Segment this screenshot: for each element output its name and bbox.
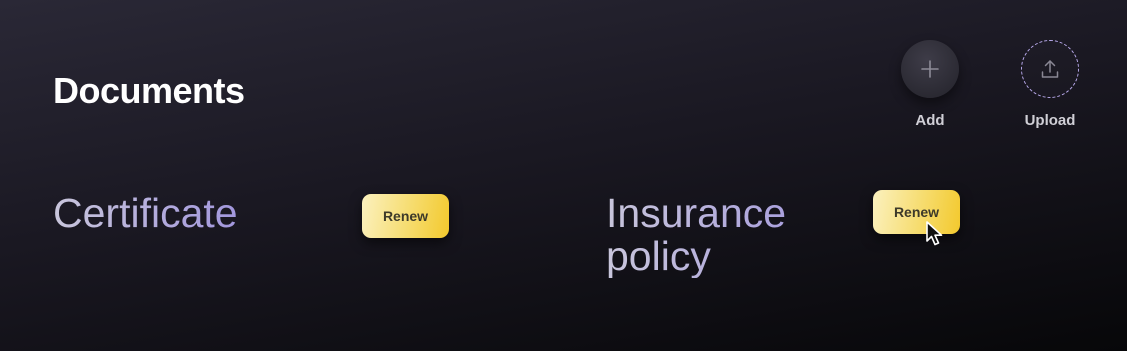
add-action[interactable]: Add (880, 40, 980, 129)
upload-action[interactable]: Upload (1000, 40, 1100, 129)
add-label: Add (915, 112, 945, 129)
renew-button-certificate[interactable]: Renew (362, 194, 449, 238)
add-button[interactable] (901, 40, 959, 98)
mouse-cursor-icon (926, 221, 943, 246)
plus-icon (921, 60, 939, 78)
page-title: Documents (53, 70, 245, 111)
upload-button[interactable] (1021, 40, 1079, 98)
upload-icon (1041, 60, 1059, 78)
document-name-insurance-policy: Insurance policy (606, 192, 836, 278)
document-name-certificate: Certificate (53, 190, 238, 236)
upload-label: Upload (1024, 112, 1076, 129)
